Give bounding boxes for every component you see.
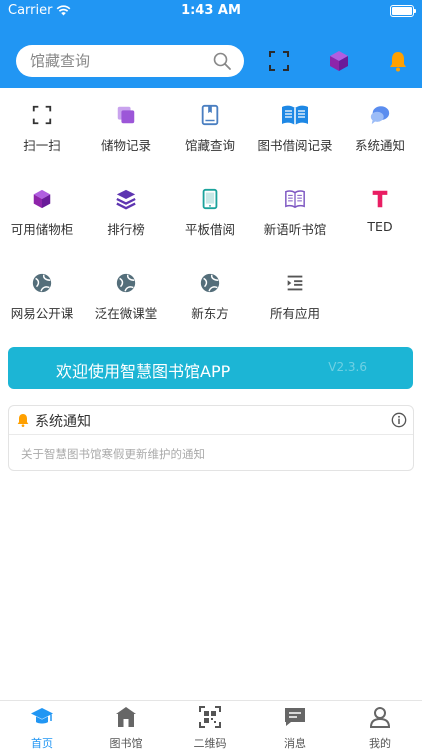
grid-item-label: 可用储物柜 xyxy=(10,222,74,237)
battery-icon xyxy=(390,5,416,17)
grid-item-tablet-borrow[interactable]: 平板借阅 xyxy=(168,184,252,254)
library-icon xyxy=(116,707,136,727)
stack-icon xyxy=(117,106,135,124)
tablet-icon xyxy=(202,188,218,210)
grid-item-new-oriental[interactable]: 新东方 xyxy=(168,268,252,338)
grid-item-ranking[interactable]: 排行榜 xyxy=(84,184,168,254)
info-icon[interactable] xyxy=(391,412,407,428)
scan-icon xyxy=(32,105,52,125)
bell-icon xyxy=(17,414,29,427)
grid-item-label: 泛在微课堂 xyxy=(94,306,158,321)
globe-icon xyxy=(116,273,136,293)
open-book-outline-icon xyxy=(285,190,305,209)
list-icon xyxy=(287,275,303,291)
ted-icon xyxy=(372,190,388,208)
grid-item-audiobook-library[interactable]: 新语听书馆 xyxy=(253,184,337,254)
grid-item-label: 排行榜 xyxy=(107,222,145,237)
grid-item-all-apps[interactable]: 所有应用 xyxy=(253,268,337,338)
app-version: V2.3.6 xyxy=(328,360,367,374)
grid-item-label: 储物记录 xyxy=(100,138,151,153)
grid-item-ted[interactable]: TED xyxy=(338,184,422,254)
tab-profile[interactable]: 我的 xyxy=(338,701,422,751)
book-icon xyxy=(201,104,219,126)
message-icon xyxy=(285,708,305,726)
search-box[interactable] xyxy=(16,45,244,77)
grid-item-borrow-records[interactable]: 图书借阅记录 xyxy=(253,100,337,170)
search-icon[interactable] xyxy=(212,51,232,71)
tab-label: 首页 xyxy=(31,737,53,750)
bell-icon[interactable] xyxy=(386,49,410,73)
tab-messages[interactable]: 消息 xyxy=(253,701,337,751)
scan-icon[interactable] xyxy=(267,49,291,73)
grid-item-netease-open-course[interactable]: 网易公开课 xyxy=(0,268,84,338)
grid-item-label: 新东方 xyxy=(191,306,229,321)
grid-item-scan[interactable]: 扫一扫 xyxy=(0,100,84,170)
cube-icon xyxy=(33,189,51,209)
graduation-cap-icon xyxy=(31,708,53,724)
globe-icon xyxy=(32,273,52,293)
tab-qr-code[interactable]: 二维码 xyxy=(168,701,252,751)
chat-bubble-icon xyxy=(370,106,390,125)
tab-home[interactable]: 首页 xyxy=(0,701,84,751)
globe-icon xyxy=(200,273,220,293)
grid-item-label: 馆藏查询 xyxy=(184,138,235,153)
grid-item-label: TED xyxy=(367,219,393,234)
search-input[interactable] xyxy=(30,45,210,77)
status-time: 1:43 AM xyxy=(181,3,241,18)
status-bar: Carrier 1:43 AM xyxy=(0,0,422,22)
app-header: Carrier 1:43 AM xyxy=(0,0,422,88)
tab-label: 消息 xyxy=(284,737,306,750)
banner-title: 欢迎使用智慧图书馆APP xyxy=(56,362,231,381)
notice-title: 系统通知 xyxy=(35,414,91,430)
system-notice-card: 系统通知 关于智慧图书馆寒假更新维护的通知 xyxy=(8,405,414,471)
notice-header: 系统通知 xyxy=(9,406,413,435)
grid-item-label: 扫一扫 xyxy=(23,138,61,153)
tab-label: 我的 xyxy=(369,737,391,750)
tab-label: 二维码 xyxy=(193,737,227,750)
grid-item-label: 平板借阅 xyxy=(184,222,235,237)
open-book-icon xyxy=(282,105,308,125)
tab-library[interactable]: 图书馆 xyxy=(84,701,168,751)
qr-code-icon xyxy=(199,706,221,728)
grid-item-label: 所有应用 xyxy=(269,306,320,321)
grid-item-storage-records[interactable]: 储物记录 xyxy=(84,100,168,170)
grid-item-available-lockers[interactable]: 可用储物柜 xyxy=(0,184,84,254)
tab-label: 图书馆 xyxy=(109,737,143,750)
user-icon xyxy=(369,707,391,728)
cube-icon[interactable] xyxy=(327,49,351,73)
bottom-tab-bar: 首页 图书馆 二维码 消息 我的 xyxy=(0,700,422,751)
layers-icon xyxy=(116,189,136,210)
notice-item[interactable]: 关于智慧图书馆寒假更新维护的通知 xyxy=(21,446,205,462)
welcome-banner[interactable]: 欢迎使用智慧图书馆APP V2.3.6 xyxy=(8,347,413,389)
grid-item-system-notice[interactable]: 系统通知 xyxy=(338,100,422,170)
grid-item-label: 新语听书馆 xyxy=(263,222,327,237)
grid-item-collection-search[interactable]: 馆藏查询 xyxy=(168,100,252,170)
grid-item-label: 图书借阅记录 xyxy=(257,138,333,153)
grid-item-label: 网易公开课 xyxy=(10,306,74,321)
grid-item-label: 系统通知 xyxy=(354,138,405,153)
grid-item-micro-class[interactable]: 泛在微课堂 xyxy=(84,268,168,338)
